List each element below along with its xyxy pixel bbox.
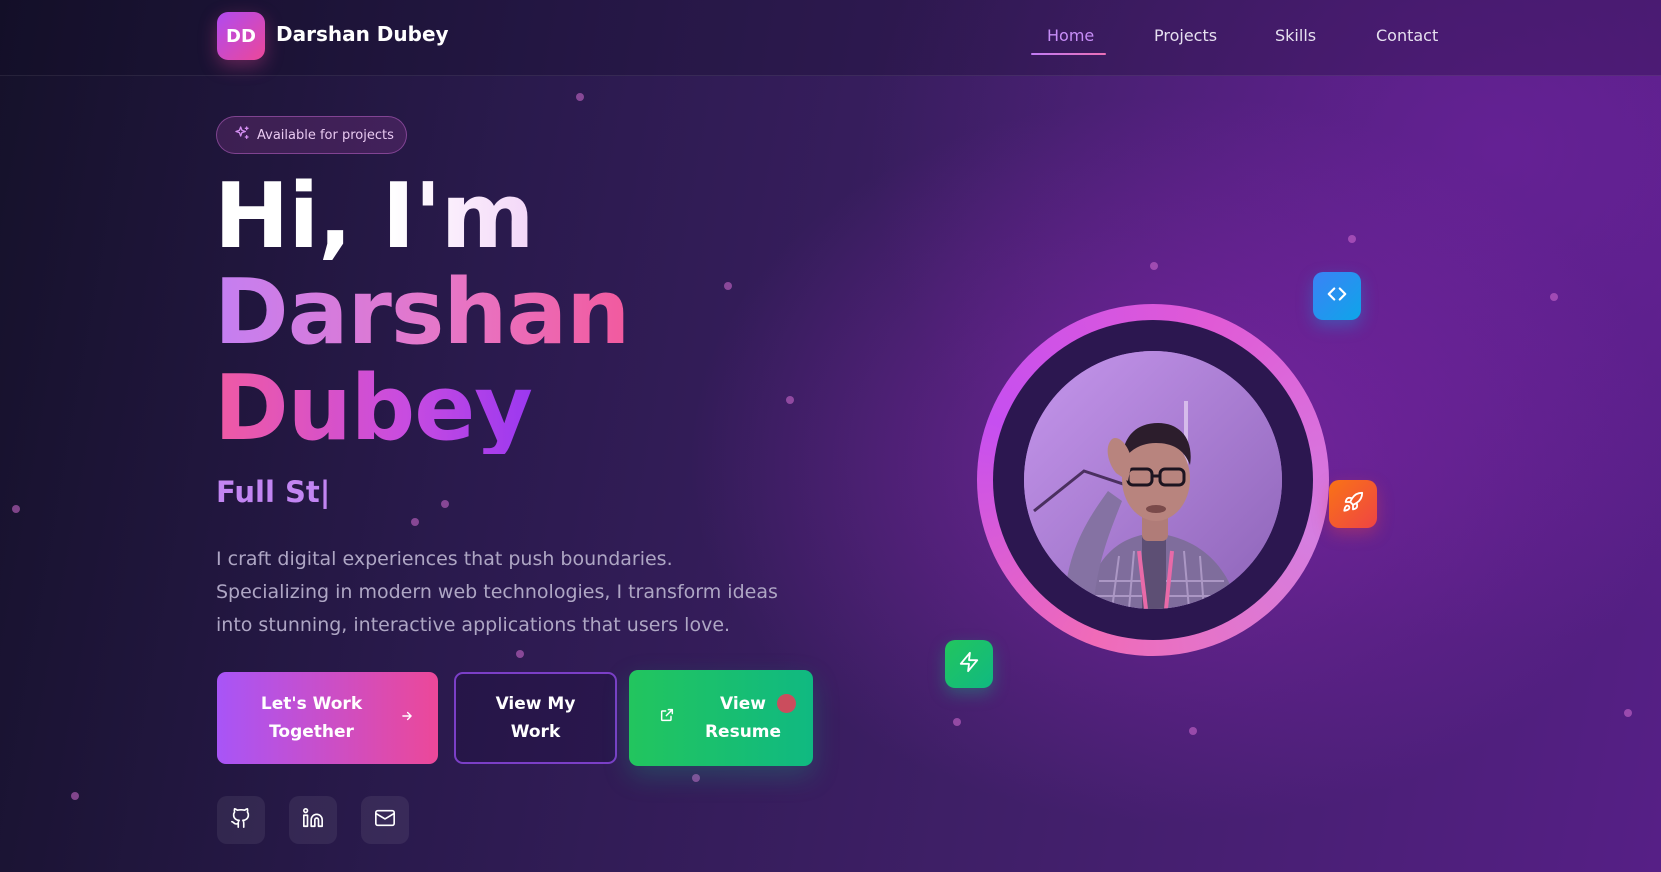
- hero-description: I craft digital experiences that push bo…: [216, 548, 778, 636]
- availability-text: Available for projects: [257, 127, 394, 143]
- code-icon: [1326, 283, 1348, 309]
- nav-active-indicator: [1031, 53, 1106, 55]
- hero-heading-first-name: Darshan: [214, 260, 630, 365]
- external-link-icon: [659, 704, 675, 732]
- code-badge: [1313, 272, 1361, 320]
- arrow-right-icon: [400, 704, 414, 732]
- view-work-button[interactable]: View My Work: [454, 672, 617, 764]
- nav-link-home[interactable]: Home: [1047, 26, 1094, 45]
- profile-photo: [1024, 351, 1282, 609]
- rocket-badge: [1329, 480, 1377, 528]
- nav-link-projects[interactable]: Projects: [1154, 26, 1217, 45]
- lightning-icon: [958, 651, 980, 677]
- lightning-badge: [945, 640, 993, 688]
- profile-avatar-ring: [977, 304, 1329, 656]
- resume-notification-dot: [777, 694, 796, 713]
- hero-heading-greeting: Hi, I'm: [214, 164, 535, 269]
- work-together-button[interactable]: Let's Work Together: [217, 672, 438, 764]
- linkedin-button[interactable]: [289, 796, 337, 844]
- github-icon: [230, 807, 252, 833]
- availability-badge: Available for projects: [216, 116, 407, 154]
- top-navbar: DD Darshan Dubey Home Projects Skills Co…: [0, 0, 1661, 76]
- nav-link-skills[interactable]: Skills: [1275, 26, 1316, 45]
- sparkles-icon: [234, 125, 250, 145]
- linkedin-icon: [302, 807, 324, 833]
- mail-icon: [374, 807, 396, 833]
- view-work-label: View My Work: [495, 694, 576, 742]
- logo-badge[interactable]: DD: [217, 12, 265, 60]
- brand-name[interactable]: Darshan Dubey: [276, 22, 449, 46]
- email-button[interactable]: [361, 796, 409, 844]
- hero-heading-last-name: Dubey: [214, 356, 533, 461]
- github-button[interactable]: [217, 796, 265, 844]
- work-together-label: Let's Work Together: [260, 694, 363, 742]
- typewriter-role: Full St|: [216, 475, 331, 509]
- view-resume-button[interactable]: View Resume: [629, 670, 813, 766]
- view-resume-label: View Resume: [704, 694, 782, 742]
- rocket-icon: [1342, 491, 1364, 517]
- nav-link-contact[interactable]: Contact: [1376, 26, 1438, 45]
